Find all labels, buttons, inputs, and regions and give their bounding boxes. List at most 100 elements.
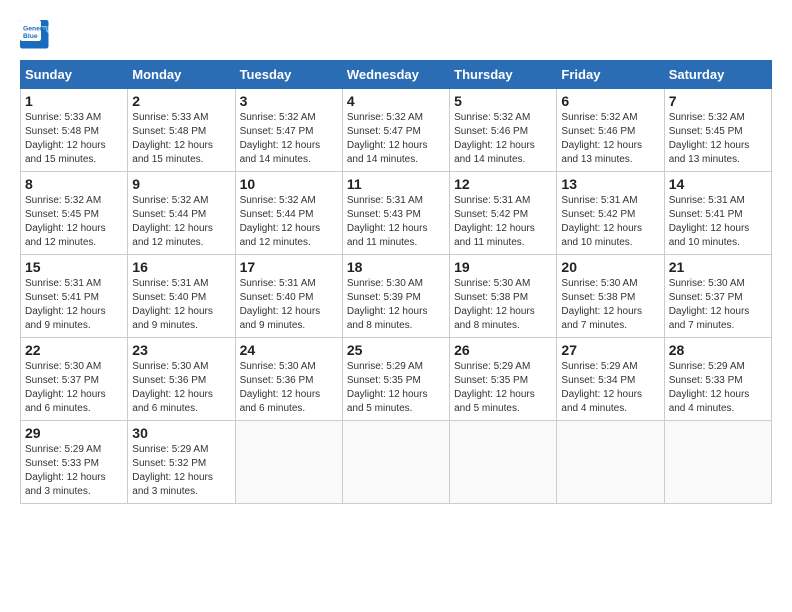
header-day-monday: Monday xyxy=(128,61,235,89)
calendar-cell: 7 Sunrise: 5:32 AMSunset: 5:45 PMDaylight… xyxy=(664,89,771,172)
calendar-cell: 4 Sunrise: 5:32 AMSunset: 5:47 PMDaylight… xyxy=(342,89,449,172)
calendar-cell: 12 Sunrise: 5:31 AMSunset: 5:42 PMDayligh… xyxy=(450,172,557,255)
calendar-cell xyxy=(235,421,342,504)
day-number: 26 xyxy=(454,342,552,358)
day-info: Sunrise: 5:30 AMSunset: 5:36 PMDaylight:… xyxy=(240,360,338,416)
calendar-cell: 9 Sunrise: 5:32 AMSunset: 5:44 PMDaylight… xyxy=(128,172,235,255)
calendar-cell: 15Sunrise: 5:31 AMSunset: 5:41 PMDayligh… xyxy=(21,255,128,338)
calendar-cell xyxy=(342,421,449,504)
day-info: Sunrise: 5:31 AMSunset: 5:40 PMDaylight:… xyxy=(132,277,230,333)
day-info: Sunrise: 5:31 AMSunset: 5:40 PMDaylight:… xyxy=(240,277,338,333)
calendar-cell: 6 Sunrise: 5:32 AMSunset: 5:46 PMDaylight… xyxy=(557,89,664,172)
day-number: 23 xyxy=(132,342,230,358)
header-day-saturday: Saturday xyxy=(664,61,771,89)
day-number: 22 xyxy=(25,342,123,358)
day-number: 27 xyxy=(561,342,659,358)
week-row-2: 8Sunrise: 5:32 AMSunset: 5:45 PMDaylight… xyxy=(21,172,772,255)
header-day-tuesday: Tuesday xyxy=(235,61,342,89)
calendar-cell: 25 Sunrise: 5:29 AMSunset: 5:35 PMDayligh… xyxy=(342,338,449,421)
day-info: Sunrise: 5:29 AMSunset: 5:33 PMDaylight:… xyxy=(669,360,767,416)
day-number: 25 xyxy=(347,342,445,358)
day-number: 19 xyxy=(454,259,552,275)
header-day-wednesday: Wednesday xyxy=(342,61,449,89)
day-info: Sunrise: 5:32 AMSunset: 5:47 PMDaylight:… xyxy=(347,111,445,167)
day-number: 9 xyxy=(132,176,230,192)
week-row-3: 15Sunrise: 5:31 AMSunset: 5:41 PMDayligh… xyxy=(21,255,772,338)
week-row-5: 29Sunrise: 5:29 AMSunset: 5:33 PMDayligh… xyxy=(21,421,772,504)
day-number: 18 xyxy=(347,259,445,275)
day-number: 8 xyxy=(25,176,123,192)
day-info: Sunrise: 5:31 AMSunset: 5:41 PMDaylight:… xyxy=(669,194,767,250)
day-info: Sunrise: 5:30 AMSunset: 5:37 PMDaylight:… xyxy=(669,277,767,333)
day-number: 5 xyxy=(454,93,552,109)
day-info: Sunrise: 5:31 AMSunset: 5:41 PMDaylight:… xyxy=(25,277,123,333)
day-number: 2 xyxy=(132,93,230,109)
day-number: 13 xyxy=(561,176,659,192)
logo-icon: General Blue xyxy=(20,20,50,50)
calendar-cell: 22 Sunrise: 5:30 AMSunset: 5:37 PMDayligh… xyxy=(21,338,128,421)
header: General Blue xyxy=(20,20,772,50)
day-info: Sunrise: 5:31 AMSunset: 5:43 PMDaylight:… xyxy=(347,194,445,250)
day-number: 24 xyxy=(240,342,338,358)
calendar-cell xyxy=(664,421,771,504)
calendar-cell: 1Sunrise: 5:33 AMSunset: 5:48 PMDaylight… xyxy=(21,89,128,172)
calendar-cell: 13 Sunrise: 5:31 AMSunset: 5:42 PMDayligh… xyxy=(557,172,664,255)
calendar-cell xyxy=(450,421,557,504)
calendar-cell: 28 Sunrise: 5:29 AMSunset: 5:33 PMDayligh… xyxy=(664,338,771,421)
calendar-cell: 16 Sunrise: 5:31 AMSunset: 5:40 PMDayligh… xyxy=(128,255,235,338)
calendar-cell: 26 Sunrise: 5:29 AMSunset: 5:35 PMDayligh… xyxy=(450,338,557,421)
day-number: 20 xyxy=(561,259,659,275)
day-info: Sunrise: 5:31 AMSunset: 5:42 PMDaylight:… xyxy=(561,194,659,250)
calendar-cell: 2 Sunrise: 5:33 AMSunset: 5:48 PMDaylight… xyxy=(128,89,235,172)
day-info: Sunrise: 5:32 AMSunset: 5:44 PMDaylight:… xyxy=(240,194,338,250)
calendar-cell: 3Sunrise: 5:32 AMSunset: 5:47 PMDaylight… xyxy=(235,89,342,172)
header-day-friday: Friday xyxy=(557,61,664,89)
day-number: 7 xyxy=(669,93,767,109)
day-info: Sunrise: 5:30 AMSunset: 5:37 PMDaylight:… xyxy=(25,360,123,416)
day-number: 3 xyxy=(240,93,338,109)
calendar-cell xyxy=(557,421,664,504)
week-row-4: 22 Sunrise: 5:30 AMSunset: 5:37 PMDayligh… xyxy=(21,338,772,421)
day-number: 6 xyxy=(561,93,659,109)
calendar-cell: 11Sunrise: 5:31 AMSunset: 5:43 PMDayligh… xyxy=(342,172,449,255)
day-number: 17 xyxy=(240,259,338,275)
calendar-cell: 23Sunrise: 5:30 AMSunset: 5:36 PMDayligh… xyxy=(128,338,235,421)
calendar-cell: 14Sunrise: 5:31 AMSunset: 5:41 PMDayligh… xyxy=(664,172,771,255)
day-info: Sunrise: 5:29 AMSunset: 5:32 PMDaylight:… xyxy=(132,443,230,499)
day-number: 1 xyxy=(25,93,123,109)
day-info: Sunrise: 5:29 AMSunset: 5:33 PMDaylight:… xyxy=(25,443,123,499)
day-info: Sunrise: 5:32 AMSunset: 5:46 PMDaylight:… xyxy=(561,111,659,167)
day-info: Sunrise: 5:32 AMSunset: 5:44 PMDaylight:… xyxy=(132,194,230,250)
header-row: SundayMondayTuesdayWednesdayThursdayFrid… xyxy=(21,61,772,89)
calendar-cell: 29Sunrise: 5:29 AMSunset: 5:33 PMDayligh… xyxy=(21,421,128,504)
logo: General Blue xyxy=(20,20,50,50)
calendar-cell: 10 Sunrise: 5:32 AMSunset: 5:44 PMDayligh… xyxy=(235,172,342,255)
day-info: Sunrise: 5:29 AMSunset: 5:35 PMDaylight:… xyxy=(347,360,445,416)
week-row-1: 1 Sunrise: 5:33 AMSunset: 5:48 PMDaylight… xyxy=(21,89,772,172)
day-info: Sunrise: 5:30 AMSunset: 5:38 PMDaylight:… xyxy=(454,277,552,333)
calendar-cell: 18Sunrise: 5:30 AMSunset: 5:39 PMDayligh… xyxy=(342,255,449,338)
calendar-cell: 24 Sunrise: 5:30 AMSunset: 5:36 PMDayligh… xyxy=(235,338,342,421)
day-number: 16 xyxy=(132,259,230,275)
day-info: Sunrise: 5:31 AMSunset: 5:42 PMDaylight:… xyxy=(454,194,552,250)
day-number: 10 xyxy=(240,176,338,192)
calendar-cell: 19 Sunrise: 5:30 AMSunset: 5:38 PMDayligh… xyxy=(450,255,557,338)
svg-text:Blue: Blue xyxy=(23,33,38,40)
day-number: 28 xyxy=(669,342,767,358)
svg-text:General: General xyxy=(23,26,48,33)
day-number: 12 xyxy=(454,176,552,192)
day-info: Sunrise: 5:29 AMSunset: 5:35 PMDaylight:… xyxy=(454,360,552,416)
header-day-thursday: Thursday xyxy=(450,61,557,89)
day-number: 21 xyxy=(669,259,767,275)
day-info: Sunrise: 5:32 AMSunset: 5:45 PMDaylight:… xyxy=(669,111,767,167)
day-info: Sunrise: 5:33 AMSunset: 5:48 PMDaylight:… xyxy=(132,111,230,167)
day-number: 30 xyxy=(132,425,230,441)
calendar-cell: 27Sunrise: 5:29 AMSunset: 5:34 PMDayligh… xyxy=(557,338,664,421)
day-info: Sunrise: 5:32 AMSunset: 5:46 PMDaylight:… xyxy=(454,111,552,167)
day-info: Sunrise: 5:30 AMSunset: 5:38 PMDaylight:… xyxy=(561,277,659,333)
calendar-cell: 21 Sunrise: 5:30 AMSunset: 5:37 PMDayligh… xyxy=(664,255,771,338)
header-day-sunday: Sunday xyxy=(21,61,128,89)
calendar-cell: 8Sunrise: 5:32 AMSunset: 5:45 PMDaylight… xyxy=(21,172,128,255)
day-number: 4 xyxy=(347,93,445,109)
calendar-cell: 5 Sunrise: 5:32 AMSunset: 5:46 PMDaylight… xyxy=(450,89,557,172)
